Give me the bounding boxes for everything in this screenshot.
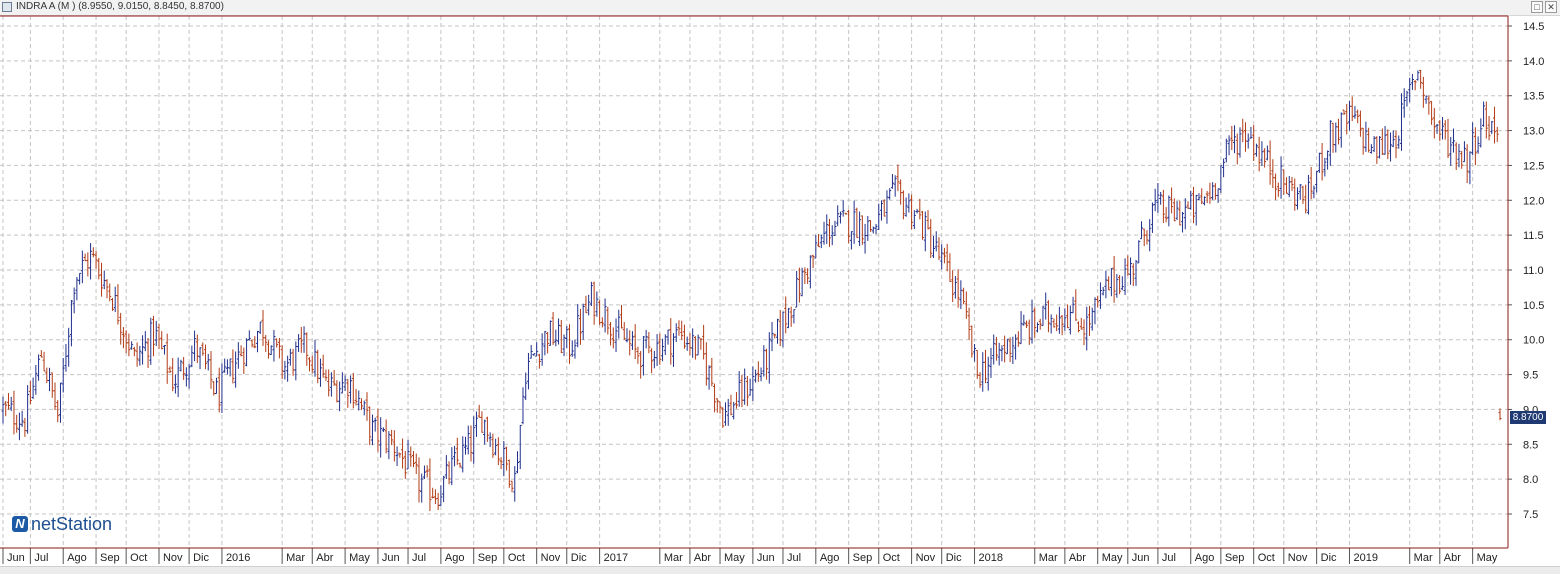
axes: 14.5 14.0 13.5 13.0 12.5 12.0 11.5 11.0 10.5 10.0… xyxy=(0,15,1544,564)
x-tick-label: Ago xyxy=(1195,552,1215,564)
x-tick-label: Jun xyxy=(1132,552,1150,564)
x-tick-label: Abr xyxy=(694,552,711,564)
logo-text: netStation xyxy=(31,514,113,534)
x-tick-label: Ago xyxy=(445,552,465,564)
y-tick-label: 13.5 xyxy=(1523,91,1544,103)
x-tick-label: Sep xyxy=(100,552,120,564)
x-tick-label: Oct xyxy=(883,552,900,564)
x-tick-label: Dic xyxy=(1321,552,1337,564)
x-tick-label: Ago xyxy=(820,552,840,564)
grid xyxy=(0,16,1508,548)
x-tick-label: 2018 xyxy=(979,552,1003,564)
y-tick-label: 10.5 xyxy=(1523,300,1544,312)
x-tick-label: May xyxy=(1477,552,1498,564)
x-tick-label: Jul xyxy=(1162,552,1176,564)
y-tick-label: 11.0 xyxy=(1523,265,1544,277)
x-tick-label: Oct xyxy=(508,552,525,564)
y-tick-label: 14.5 xyxy=(1523,21,1544,33)
x-tick-label: Mar xyxy=(286,552,305,564)
x-tick-label: Nov xyxy=(541,552,561,564)
x-tick-label: Sep xyxy=(1225,552,1245,564)
y-tick-label: 10.0 xyxy=(1523,335,1544,347)
x-tick-label: May xyxy=(1102,552,1123,564)
x-tick-label: Nov xyxy=(916,552,936,564)
y-tick-label: 14.0 xyxy=(1523,56,1544,68)
x-tick-label: May xyxy=(349,552,370,564)
y-tick-label: 13.0 xyxy=(1523,126,1544,138)
x-tick-label: Jul xyxy=(412,552,426,564)
x-tick-label: Nov xyxy=(163,552,183,564)
x-tick-label: Mar xyxy=(1039,552,1058,564)
x-tick-label: Mar xyxy=(664,552,683,564)
x-tick-label: Sep xyxy=(478,552,498,564)
y-tick-label: 12.5 xyxy=(1523,160,1544,172)
ohlc-bars xyxy=(1,69,1502,512)
x-tick-label: Jul xyxy=(34,552,48,564)
x-tick-label: 2016 xyxy=(226,552,250,564)
x-tick-label: 2017 xyxy=(604,552,628,564)
x-tick-label: Mar xyxy=(1414,552,1433,564)
x-tick-label: Nov xyxy=(1288,552,1308,564)
x-tick-label: Abr xyxy=(316,552,333,564)
x-tick-label: Sep xyxy=(853,552,873,564)
y-tick-label: 8.5 xyxy=(1523,439,1538,451)
x-tick-label: Abr xyxy=(1444,552,1461,564)
x-tick-label: Dic xyxy=(571,552,587,564)
x-tick-label: Jun xyxy=(382,552,400,564)
x-tick-label: Oct xyxy=(130,552,147,564)
price-chart[interactable]: 14.5 14.0 13.5 13.0 12.5 12.0 11.5 11.0 10.5 10.0… xyxy=(0,0,1560,573)
x-tick-label: Ago xyxy=(67,552,87,564)
y-tick-label: 7.5 xyxy=(1523,509,1538,521)
x-tick-label: Jun xyxy=(7,552,25,564)
last-price-tag: 8.8700 xyxy=(1510,411,1546,424)
y-tick-label: 8.0 xyxy=(1523,474,1538,486)
x-tick-label: Dic xyxy=(946,552,962,564)
x-tick-label: 2019 xyxy=(1353,552,1377,564)
x-tick-label: Oct xyxy=(1258,552,1275,564)
x-tick-label: Dic xyxy=(193,552,209,564)
x-tick-label: Jun xyxy=(757,552,775,564)
logo-mark-icon: N xyxy=(12,516,28,532)
x-tick-label: Jul xyxy=(787,552,801,564)
y-tick-label: 12.0 xyxy=(1523,195,1544,207)
y-tick-label: 11.5 xyxy=(1523,230,1544,242)
y-tick-label: 9.5 xyxy=(1523,370,1538,382)
x-tick-label: Abr xyxy=(1069,552,1086,564)
x-tick-label: May xyxy=(724,552,745,564)
